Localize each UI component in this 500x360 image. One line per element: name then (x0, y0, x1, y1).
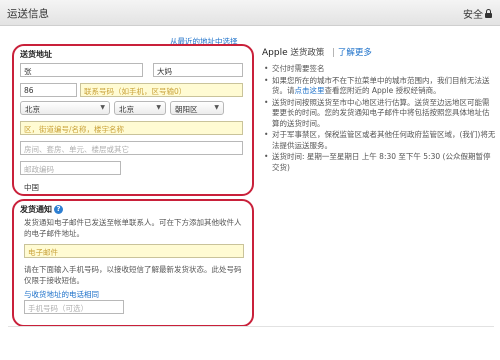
postcode-field[interactable]: 邮政编码 (20, 161, 121, 175)
apartment-field[interactable]: 房间、套房、单元、楼层或其它 (20, 141, 243, 155)
same-phone-link[interactable]: 与收货地址的电话相同 (24, 289, 99, 300)
city-select[interactable]: 北京 ▼ (114, 101, 166, 115)
lock-icon (485, 9, 492, 18)
policy-item: 交付时需要签名 (264, 64, 496, 75)
divider (8, 326, 494, 327)
policy-item: 送货时间: 星期一至星期日 上午 8:30 至下午 5:30 (公众假期暂停交货… (264, 152, 496, 173)
policy-title: 送货政策 (290, 48, 325, 58)
learn-more-link[interactable]: 了解更多 (338, 48, 372, 58)
email-field[interactable]: 电子邮件 (24, 244, 244, 258)
header-bar: 运送信息 安全 (0, 0, 500, 26)
apple-label: Apple (262, 48, 288, 58)
phone-prefix-field[interactable]: 86 (20, 83, 77, 97)
shipping-address-title: 送货地址 (20, 50, 52, 59)
email-description: 发货通知电子邮件已发送至帐单联系人。可在下方添加其他收件人的电子邮件地址。 (24, 218, 242, 238)
secure-indicator: 安全 (463, 6, 492, 21)
sms-description: 请在下面输入手机号码，以接收短信了解最新发货状态。此处号码仅限于接收短信。 (24, 265, 242, 285)
secure-label: 安全 (463, 10, 483, 21)
policy-item: 对于军事禁区，保税监管区或者其他任何政府监管区域，(我们)将无法提供运送服务。 (264, 130, 496, 151)
province-select[interactable]: 北京 ▼ (20, 101, 110, 115)
shipping-notification-title: 发货通知? (20, 204, 63, 215)
shipping-policy-header: Apple 送货政策 | 了解更多 (262, 48, 372, 58)
help-icon[interactable]: ? (54, 205, 63, 214)
click-here-link[interactable]: 点击这里 (295, 86, 325, 95)
page-title: 运送信息 (7, 8, 49, 20)
last-name-field[interactable]: 张 (20, 63, 143, 77)
chevron-down-icon: ▼ (100, 104, 105, 111)
district-select[interactable]: 朝阳区 ▼ (170, 101, 224, 115)
chevron-down-icon: ▼ (156, 104, 161, 111)
mobile-field[interactable]: 手机号码（可选） (24, 300, 124, 314)
first-name-field[interactable]: 大妈 (153, 63, 243, 77)
street-field[interactable]: 区，街道编号/名称，楼宇名称 (20, 121, 243, 135)
country-label: 中国 (24, 183, 39, 192)
policy-item: 如果您所在的城市不在下拉菜单中的城市范围内，我们目前无法送货。请点击这里查看您附… (264, 76, 496, 97)
policy-item: 送货时间按照送货至市中心地区进行估算。送货至边远地区可能需要更长的时间。您的发货… (264, 98, 496, 130)
phone-field[interactable]: 联系号码（如手机，区号输0） (80, 83, 243, 97)
chevron-down-icon: ▼ (214, 104, 219, 111)
policy-list: 交付时需要签名 如果您所在的城市不在下拉菜单中的城市范围内，我们目前无法送货。请… (264, 64, 496, 174)
